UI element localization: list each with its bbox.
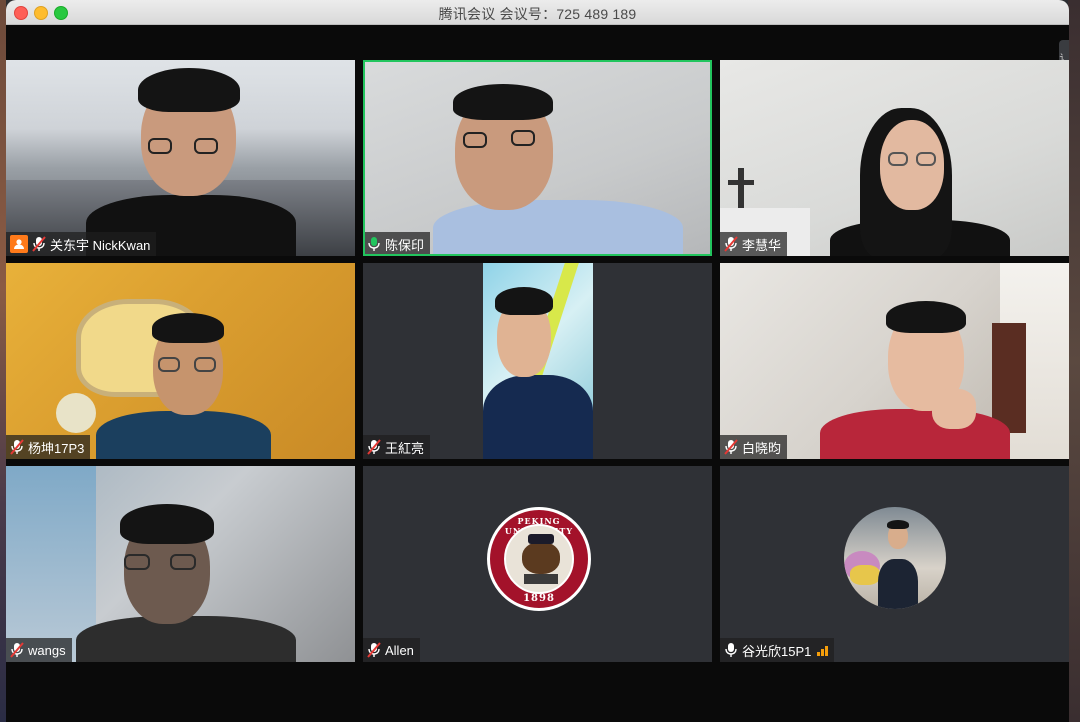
signal-strength-icon bbox=[817, 644, 829, 656]
window-title: 腾讯会议 会议号：725 489 189 bbox=[438, 6, 637, 22]
university-logo-avatar: PEKING UNIVERSITY 1898 bbox=[487, 507, 591, 611]
participant-name: 杨坤17P3 bbox=[28, 440, 85, 456]
muted-mic-icon bbox=[32, 236, 46, 252]
video-tile[interactable]: 杨坤17P3 bbox=[6, 263, 355, 459]
participant-name: 谷光欣15P1 bbox=[742, 643, 812, 659]
muted-mic-icon bbox=[10, 439, 24, 455]
muted-mic-icon bbox=[367, 642, 381, 658]
avatar bbox=[844, 507, 946, 609]
name-tag: 陈保印 bbox=[363, 232, 431, 256]
participant-name: 陈保印 bbox=[385, 237, 425, 253]
participant-name: 关东宇 NickKwan bbox=[50, 237, 151, 253]
name-tag: 杨坤17P3 bbox=[6, 435, 91, 459]
participant-name: wangs bbox=[28, 642, 66, 658]
video-tile-camera-off[interactable]: PEKING UNIVERSITY 1898 Allen bbox=[363, 466, 712, 662]
name-tag: 白晓昀 bbox=[720, 435, 788, 459]
background-flowers bbox=[56, 393, 96, 433]
name-tag: 谷光欣15P1 bbox=[720, 638, 835, 662]
muted-mic-icon bbox=[724, 236, 738, 252]
background-cross bbox=[738, 168, 744, 208]
video-tile[interactable]: 李慧华 bbox=[720, 60, 1069, 256]
video-tile-active-speaker[interactable]: 陈保印 bbox=[363, 60, 712, 256]
title-bar[interactable]: 腾讯会议 会议号：725 489 189 bbox=[6, 0, 1069, 25]
mic-on-icon bbox=[725, 643, 737, 657]
name-tag: 关东宇 NickKwan bbox=[6, 232, 157, 256]
participant-name: Allen bbox=[385, 642, 414, 658]
participant-name: 李慧华 bbox=[742, 237, 782, 253]
muted-mic-icon bbox=[367, 439, 381, 455]
name-tag: wangs bbox=[6, 638, 72, 662]
name-tag: 李慧华 bbox=[720, 232, 788, 256]
muted-mic-icon bbox=[10, 642, 24, 658]
mic-on-icon bbox=[368, 237, 380, 251]
name-tag: Allen bbox=[363, 638, 420, 662]
logo-bottom-text: 1898 bbox=[523, 593, 555, 604]
video-tile-camera-off[interactable]: 谷光欣15P1 bbox=[720, 466, 1069, 662]
video-tile[interactable]: 关东宇 NickKwan bbox=[6, 60, 355, 256]
portrait-video-feed bbox=[483, 263, 593, 459]
participant-name: 白晓昀 bbox=[742, 440, 782, 456]
muted-mic-icon bbox=[724, 439, 738, 455]
host-icon bbox=[10, 235, 28, 253]
participant-name: 王紅亮 bbox=[385, 440, 425, 456]
meeting-window: 腾讯会议 会议号：725 489 189 讠 关东宇 NickKwan 陈保印 … bbox=[6, 0, 1069, 722]
name-tag: 王紅亮 bbox=[363, 435, 431, 459]
background-door bbox=[992, 323, 1026, 433]
desktop-background-right bbox=[1068, 0, 1080, 722]
video-tile[interactable]: 白晓昀 bbox=[720, 263, 1069, 459]
video-tile[interactable]: wangs bbox=[6, 466, 355, 662]
video-tile[interactable]: 王紅亮 bbox=[363, 263, 712, 459]
logo-emblem bbox=[504, 524, 574, 594]
